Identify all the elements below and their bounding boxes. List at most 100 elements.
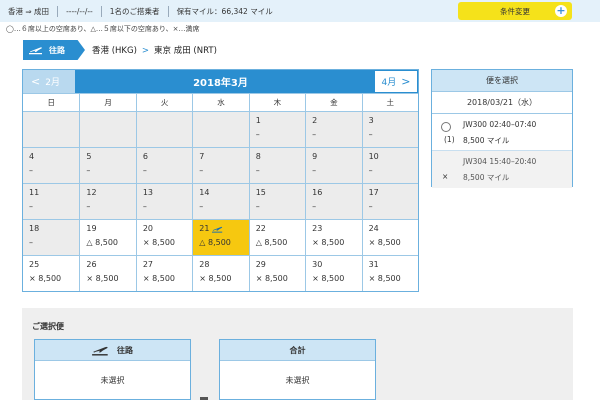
calendar-day[interactable]: 22 △ 8,500 [248, 219, 306, 255]
weekday-header: 土 [361, 93, 418, 111]
calendar-day-selected[interactable]: 21 △ 8,500 [192, 219, 249, 255]
day-availability: × 8,500 [368, 274, 401, 283]
flight-option[interactable]: (1) JW300 02:40–07:40 8,500 マイル [432, 114, 572, 151]
selected-flights-title: ご選択便 [32, 322, 64, 331]
day-number: 31 [368, 260, 379, 269]
route-arrow: > [141, 46, 150, 56]
calendar-day: 3– [361, 111, 418, 147]
calendar-day: 12 – [79, 183, 136, 219]
day-number: 1 [255, 116, 261, 125]
outbound-summary-value: 未選択 [100, 375, 125, 385]
day-availability: – [368, 166, 373, 175]
day-number: 16 [312, 188, 323, 197]
weekday-header: 日 [23, 93, 80, 111]
prev-month-button[interactable]: < 2月 [23, 70, 75, 93]
plane-icon [92, 346, 108, 356]
calendar-day[interactable]: 25 × 8,500 [23, 255, 80, 291]
calendar-day: 1– [248, 111, 306, 147]
flight-schedule: JW304 15:40–20:40 [463, 157, 536, 166]
day-availability: – [312, 166, 317, 175]
day-number: 6 [142, 152, 148, 161]
day-availability: – [312, 202, 317, 211]
flight-radio[interactable] [441, 122, 451, 132]
day-availability: – [255, 130, 260, 139]
flight-panel-date: 2018/03/21（水） [432, 92, 572, 114]
day-number: 7 [199, 152, 205, 161]
weekday-header: 月 [79, 93, 136, 111]
availability-legend: ◯…６席以上の空席あり、△…５席以下の空席あり、×…満席 [6, 25, 200, 33]
day-availability: – [255, 202, 260, 211]
destination-airport: 東京 成田 (NRT) [154, 46, 217, 56]
total-summary-box: 合計 未選択 [219, 339, 376, 400]
day-availability: – [368, 130, 373, 139]
day-number: 26 [86, 260, 97, 269]
day-availability: – [86, 166, 91, 175]
calendar-day: 2– [305, 111, 362, 147]
day-number: 4 [29, 152, 35, 161]
day-availability: × 8,500 [29, 274, 62, 283]
flight-miles: 8,500 マイル [463, 173, 510, 182]
calendar-day[interactable]: 26 × 8,500 [79, 255, 136, 291]
total-summary-label: 合計 [289, 345, 306, 355]
day-number: 17 [368, 188, 379, 197]
outbound-tag-label: 往路 [49, 45, 65, 55]
next-month-label: 4月 [381, 78, 397, 88]
day-number: 14 [199, 188, 210, 197]
miles-balance: 保有マイル：66,342 マイル [176, 6, 273, 16]
passenger-summary: 1名のご搭乗者 [109, 6, 160, 16]
day-number: 8 [255, 152, 261, 161]
calendar-day[interactable]: 24 × 8,500 [361, 219, 418, 255]
change-conditions-button[interactable]: 条件変更 + [458, 2, 572, 20]
route-line: 香港 (HKG) > 東京 成田 (NRT) [92, 44, 217, 56]
calendar-day[interactable]: 29 × 8,500 [248, 255, 306, 291]
calendar-day: 14 – [192, 183, 249, 219]
day-availability: △ 8,500 [86, 238, 119, 247]
total-summary-header: 合計 [220, 340, 375, 361]
flight-miles: 8,500 マイル [463, 136, 510, 145]
day-availability: × 8,500 [255, 274, 288, 283]
total-summary-value: 未選択 [285, 375, 310, 385]
calendar-day: 16 – [305, 183, 362, 219]
calendar-grid: 日月火水木金土 1–2–3–4–5–6–7–8–9–10–11–12–13–14–… [23, 93, 418, 291]
day-number: 27 [142, 260, 154, 269]
day-availability: × 8,500 [312, 274, 345, 283]
calendar-day[interactable]: 30 × 8,500 [305, 255, 362, 291]
fare-calendar: < 2月 2018年3月 4月 > 日月火水木金土 1–2–3–4–5–6–7–8… [22, 69, 419, 292]
day-number: 15 [255, 188, 266, 197]
calendar-day[interactable]: 19 △ 8,500 [79, 219, 136, 255]
calendar-day[interactable]: 28 × 8,500 [192, 255, 249, 291]
day-availability: – [29, 166, 33, 175]
day-number: 12 [86, 188, 97, 197]
change-conditions-label: 条件変更 [500, 6, 530, 16]
outbound-summary-header: 往路 [35, 340, 190, 361]
next-month-button[interactable]: 4月 > [374, 70, 418, 93]
day-number: 22 [255, 224, 266, 233]
calendar-day[interactable]: 31 × 8,500 [361, 255, 418, 291]
divider [167, 5, 169, 17]
plane-icon [212, 226, 223, 233]
flight-schedule: JW300 02:40–07:40 [463, 120, 536, 129]
calendar-day[interactable]: 20 × 8,500 [135, 219, 193, 255]
day-number: 23 [312, 224, 323, 233]
day-number: 30 [312, 260, 323, 269]
calendar-day: 9– [305, 147, 362, 183]
calendar-day[interactable]: 23 × 8,500 [305, 219, 362, 255]
day-number: 9 [312, 152, 318, 161]
calendar-day: 17 – [361, 183, 418, 219]
divider [100, 5, 102, 17]
day-number: 18 [29, 224, 40, 233]
day-availability: – [312, 130, 317, 139]
flight-option-full: × JW304 15:40–20:40 8,500 マイル [432, 151, 572, 188]
selected-flights-section: ご選択便 往路 未選択 合計 未選択 [22, 308, 573, 400]
calendar-day[interactable]: 27 × 8,500 [135, 255, 193, 291]
weekday-header: 火 [135, 93, 193, 111]
calendar-day: 11 – [23, 183, 80, 219]
chevron-right-icon: > [401, 75, 411, 88]
day-number: 11 [29, 188, 40, 197]
top-bar: 香港 ⇒ 成田 ----/--/-- 1名のご搭乗者 保有マイル：66,342 … [0, 0, 600, 22]
day-number: 2 [312, 116, 318, 125]
calendar-day: 5– [79, 147, 136, 183]
calendar-day: 18 – [23, 219, 80, 255]
flight-time: 15:40–20:40 [489, 157, 537, 166]
calendar-day: 13 – [135, 183, 193, 219]
